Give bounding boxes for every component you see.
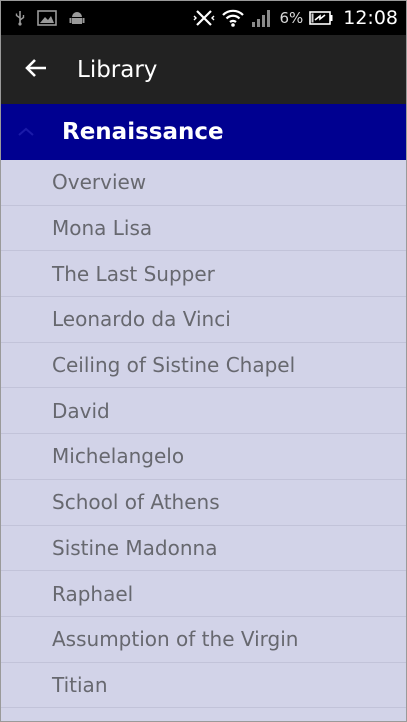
list-item[interactable]: Sistine Madonna	[1, 525, 406, 572]
list-item-label: Sistine Madonna	[52, 535, 218, 560]
group-title: Renaissance	[62, 119, 224, 145]
list-item[interactable]: David	[1, 388, 406, 435]
list-item-label: Mona Lisa	[52, 216, 153, 241]
list-item[interactable]: Assumption of the Virgin	[1, 616, 406, 663]
battery-icon	[309, 10, 333, 26]
list-item[interactable]: Titian	[1, 662, 406, 709]
chevron-up-icon	[17, 122, 35, 141]
list-item-label: School of Athens	[52, 490, 220, 515]
signal-icon	[251, 8, 273, 28]
list-item[interactable]: Raphael	[1, 571, 406, 617]
wifi-icon	[221, 8, 245, 28]
android-icon	[69, 10, 85, 26]
action-bar: Library	[1, 35, 406, 104]
list-item[interactable]: Mona Lisa	[1, 205, 406, 252]
app-window: 6% 12:08 Library Renaissance Overview Mo…	[0, 0, 407, 722]
image-icon	[37, 10, 57, 26]
list-item-label: The Last Supper	[52, 261, 215, 286]
list-item-label: Titian	[52, 672, 108, 697]
list-item[interactable]: The Last Supper	[1, 251, 406, 298]
battery-percent: 6%	[279, 9, 304, 27]
list-item-label: Ceiling of Sistine Chapel	[52, 353, 296, 378]
list-item[interactable]: Ceiling of Sistine Chapel	[1, 342, 406, 389]
list-item[interactable]: Leonardo da Vinci	[1, 297, 406, 343]
status-bar: 6% 12:08	[1, 1, 406, 35]
list-item[interactable]: Michelangelo	[1, 434, 406, 480]
list-item-label: Michelangelo	[52, 444, 185, 469]
list-item[interactable]: School of Athens	[1, 479, 406, 526]
clock: 12:08	[343, 7, 398, 29]
list-item[interactable]: Overview	[1, 160, 406, 206]
arrow-left-icon	[24, 57, 48, 83]
list-item-label: Leonardo da Vinci	[52, 307, 231, 332]
list-item-label: Assumption of the Virgin	[52, 627, 299, 652]
vibrate-icon	[193, 8, 215, 28]
usb-icon	[15, 10, 25, 26]
list-item-label: David	[52, 398, 110, 423]
list-item-label: Overview	[52, 170, 147, 195]
list-item-label: Raphael	[52, 581, 134, 606]
artwork-list: Overview Mona Lisa The Last Supper Leona…	[1, 160, 406, 709]
group-header-renaissance[interactable]: Renaissance	[1, 104, 406, 160]
back-button[interactable]	[11, 35, 61, 104]
page-title: Library	[77, 56, 158, 83]
